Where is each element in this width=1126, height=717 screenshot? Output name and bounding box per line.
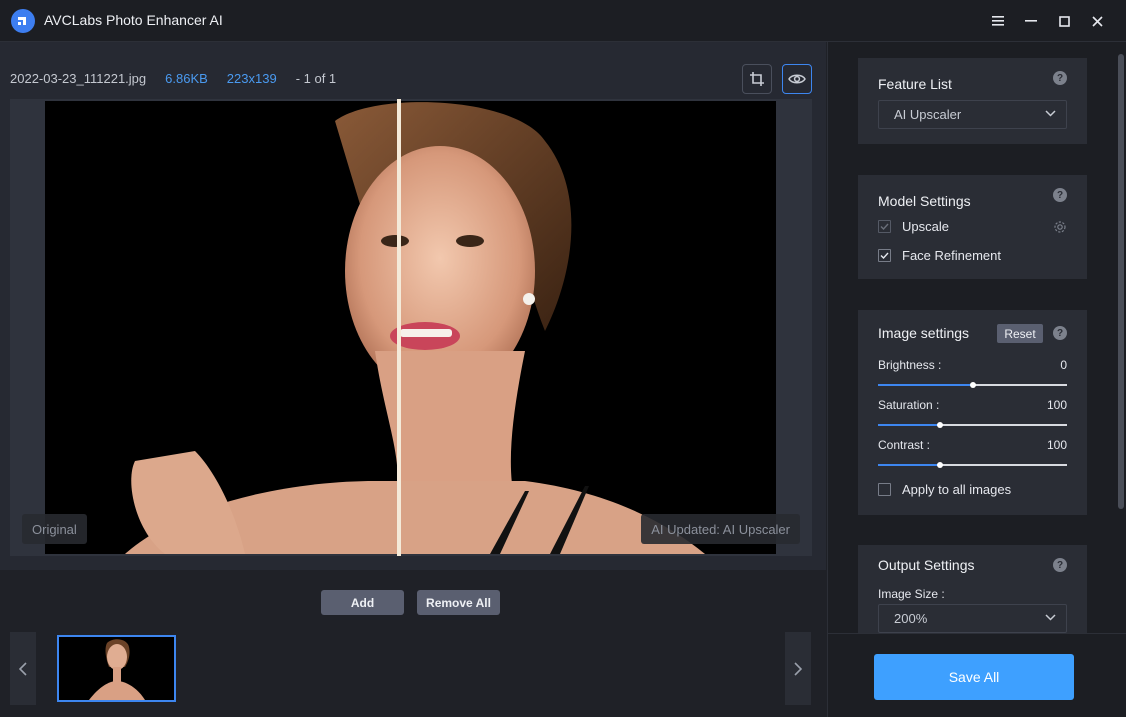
workspace: 2022-03-23_111221.jpg 6.86KB 223x139 - 1… bbox=[0, 42, 826, 717]
image-settings-card: Image settings Reset ? Brightness : 0 Sa… bbox=[858, 310, 1087, 515]
original-tag: Original bbox=[22, 514, 87, 544]
remove-all-button[interactable]: Remove All bbox=[417, 590, 500, 615]
chevron-right-icon bbox=[794, 661, 802, 676]
model-settings-title: Model Settings bbox=[878, 193, 971, 209]
chevron-down-icon bbox=[1045, 614, 1056, 621]
file-info: 2022-03-23_111221.jpg 6.86KB 223x139 - 1… bbox=[10, 71, 336, 86]
image-size-label: Image Size : bbox=[878, 587, 945, 601]
apply-all-checkbox[interactable] bbox=[878, 483, 891, 496]
maximize-icon[interactable] bbox=[1053, 10, 1075, 32]
face-refinement-checkbox-row[interactable]: Face Refinement bbox=[878, 248, 1001, 263]
file-name: 2022-03-23_111221.jpg bbox=[10, 71, 147, 86]
feature-select[interactable]: AI Upscaler bbox=[878, 100, 1067, 129]
upscale-checkbox[interactable] bbox=[878, 220, 891, 233]
file-size: 6.86KB bbox=[165, 71, 208, 86]
chevron-down-icon bbox=[1045, 110, 1056, 117]
app-title: AVCLabs Photo Enhancer AI bbox=[44, 12, 223, 28]
brightness-value: 0 bbox=[1060, 358, 1067, 372]
output-settings-title: Output Settings bbox=[878, 557, 975, 573]
add-button[interactable]: Add bbox=[321, 590, 404, 615]
reset-button[interactable]: Reset bbox=[997, 324, 1043, 343]
feature-list-help-icon[interactable]: ? bbox=[1053, 71, 1067, 85]
thumbnail-prev-button[interactable] bbox=[10, 632, 36, 705]
image-size-select[interactable]: 200% bbox=[878, 604, 1067, 633]
chevron-left-icon bbox=[19, 661, 27, 676]
image-settings-help-icon[interactable]: ? bbox=[1053, 326, 1067, 340]
file-dimensions: 223x139 bbox=[226, 71, 277, 86]
image-size-value: 200% bbox=[894, 611, 928, 626]
saturation-value: 100 bbox=[1046, 398, 1067, 412]
image-thumbnail[interactable] bbox=[57, 635, 176, 702]
settings-scrollbar[interactable] bbox=[1118, 54, 1124, 509]
face-refinement-label: Face Refinement bbox=[902, 248, 1001, 263]
comparison-frame: Original AI Updated: AI Upscaler bbox=[10, 99, 812, 556]
saturation-label: Saturation : bbox=[878, 398, 940, 412]
preview-toggle-button[interactable] bbox=[782, 64, 812, 94]
settings-panel: Feature List ? AI Upscaler Model Setting… bbox=[827, 42, 1126, 717]
model-settings-card: Model Settings ? Upscale Face Refinement bbox=[858, 175, 1087, 279]
apply-all-label: Apply to all images bbox=[902, 482, 1012, 497]
save-all-button[interactable]: Save All bbox=[874, 654, 1074, 700]
contrast-value: 100 bbox=[1046, 438, 1067, 452]
file-count: - 1 of 1 bbox=[295, 71, 337, 86]
apply-all-checkbox-row[interactable]: Apply to all images bbox=[878, 482, 1011, 497]
output-settings-card: Output Settings ? Image Size : 200% bbox=[858, 545, 1087, 633]
minimize-icon[interactable] bbox=[1020, 10, 1042, 32]
feature-select-value: AI Upscaler bbox=[894, 107, 962, 122]
brightness-slider[interactable] bbox=[878, 382, 1067, 388]
upscale-label: Upscale bbox=[902, 219, 949, 234]
eye-icon bbox=[788, 74, 806, 84]
feature-list-title: Feature List bbox=[878, 76, 952, 92]
upscale-settings-gear-icon[interactable] bbox=[1053, 220, 1067, 234]
image-viewer: 2022-03-23_111221.jpg 6.86KB 223x139 - 1… bbox=[0, 42, 826, 570]
feature-list-card: Feature List ? AI Upscaler bbox=[858, 58, 1087, 144]
app-logo-icon bbox=[11, 9, 35, 33]
title-bar: AVCLabs Photo Enhancer AI bbox=[0, 0, 1126, 42]
upscale-checkbox-row[interactable]: Upscale bbox=[878, 219, 949, 234]
image-settings-title: Image settings bbox=[878, 325, 970, 341]
menu-icon[interactable] bbox=[987, 10, 1009, 32]
face-refinement-checkbox[interactable] bbox=[878, 249, 891, 262]
compare-split-handle[interactable] bbox=[397, 99, 401, 556]
crop-button[interactable] bbox=[742, 64, 772, 94]
contrast-slider[interactable] bbox=[878, 462, 1067, 468]
model-settings-help-icon[interactable]: ? bbox=[1053, 188, 1067, 202]
updated-tag: AI Updated: AI Upscaler bbox=[641, 514, 800, 544]
contrast-label: Contrast : bbox=[878, 438, 931, 452]
portrait-photo bbox=[45, 101, 776, 554]
brightness-label: Brightness : bbox=[878, 358, 942, 372]
close-icon[interactable] bbox=[1086, 10, 1108, 32]
output-settings-help-icon[interactable]: ? bbox=[1053, 558, 1067, 572]
save-bar: Save All bbox=[828, 633, 1126, 717]
saturation-slider[interactable] bbox=[878, 422, 1067, 428]
thumbnail-next-button[interactable] bbox=[785, 632, 811, 705]
crop-icon bbox=[750, 72, 764, 86]
